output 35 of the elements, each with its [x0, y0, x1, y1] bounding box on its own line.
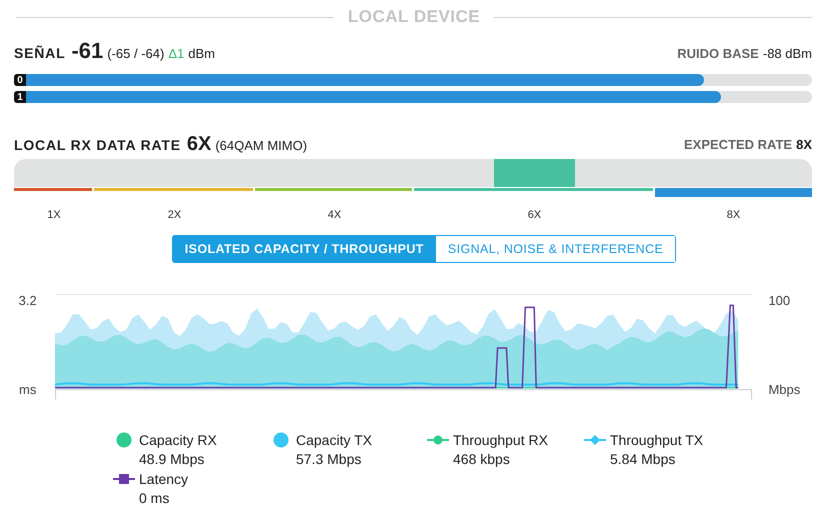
legend-label: Latency — [139, 470, 188, 489]
legend-value: 0 ms — [139, 489, 170, 508]
rate-label: 4X — [328, 209, 342, 221]
chain-badge: 1 — [14, 91, 26, 103]
noise-floor-label: RUIDO BASE — [677, 46, 759, 61]
axis-unit: Mbps — [768, 382, 800, 397]
rate-label: 1X — [47, 209, 61, 221]
data-rate-value: 6X — [186, 132, 212, 156]
axis-unit: ms — [19, 382, 36, 397]
legend-label: Throughput TX — [610, 431, 704, 450]
legend-label: Capacity RX — [139, 431, 217, 450]
section-title: LOCAL DEVICE — [348, 7, 480, 27]
legend-value: 5.84 Mbps — [610, 450, 676, 469]
rate-label: 8X — [726, 209, 740, 221]
delta-value: Δ1 — [168, 46, 184, 61]
legend-value: 48.9 Mbps — [139, 450, 206, 469]
unit-label: dBm — [188, 46, 215, 61]
noise-floor-value: -88 dBm — [762, 46, 812, 61]
signal-value: -61 — [71, 38, 104, 64]
modulation-label: (64QAM MIMO) — [215, 138, 308, 152]
chain-badge: 0 — [14, 74, 26, 86]
rate-label: 2X — [168, 209, 182, 221]
expected-rate-value: 8X — [796, 136, 812, 152]
chains-reading: (-65 / -64) — [107, 46, 164, 61]
signal-label: SEÑAL — [14, 45, 66, 61]
expected-rate-label: EXPECTED RATE — [684, 136, 792, 152]
legend-label: Throughput RX — [453, 431, 548, 450]
legend-value: 468 kbps — [453, 450, 511, 469]
legend-value: 57.3 Mbps — [296, 450, 362, 469]
tab[interactable]: ISOLATED CAPACITY / THROUGHPUT — [172, 236, 436, 262]
rate-label: 6X — [528, 209, 542, 221]
axis-label: 100 — [768, 293, 790, 308]
axis-label: 3.2 — [18, 293, 37, 308]
data-rate-label: LOCAL RX DATA RATE — [14, 136, 181, 152]
legend-label: Capacity TX — [296, 431, 372, 450]
